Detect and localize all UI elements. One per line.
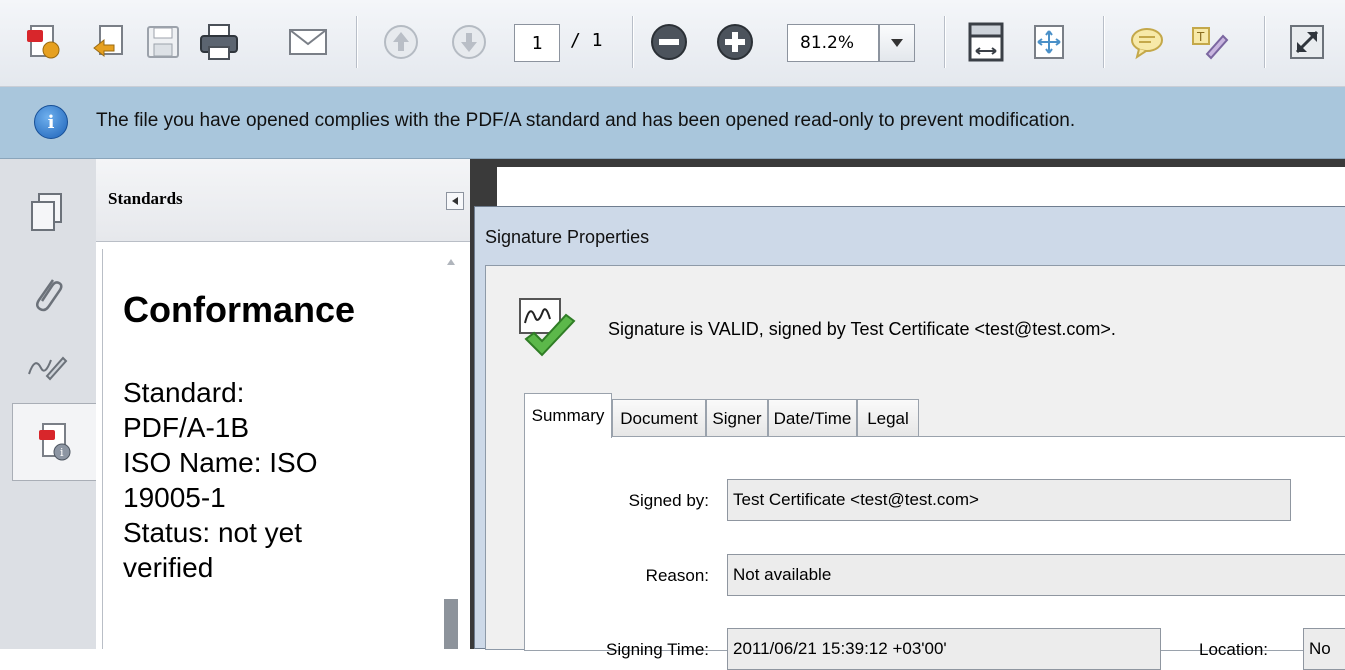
combine-icon[interactable] [85,19,131,65]
save-icon[interactable] [140,19,186,65]
pages-icon[interactable] [6,173,88,251]
dialog-content: Signature is VALID, signed by Test Certi… [485,265,1345,670]
location-label: Location: [1199,640,1268,659]
toolbar-separator [1103,16,1104,68]
signed-by-label: Signed by: [628,491,709,510]
svg-text:T: T [1196,30,1205,44]
location-field[interactable]: No [1303,628,1345,670]
standards-icon[interactable]: i [12,403,97,481]
document-page [497,167,1345,207]
chevron-left-icon [452,197,458,205]
dialog-title: Signature Properties [485,227,650,247]
tab-document[interactable]: Document [612,399,706,437]
previous-page-icon[interactable] [378,19,424,65]
svg-text:i: i [60,446,64,459]
panel-scrollbar[interactable] [440,249,462,649]
toolbar-separator [944,16,945,68]
chevron-down-icon [891,39,903,47]
print-icon[interactable] [196,19,242,65]
signature-status-text: Signature is VALID, signed by Test Certi… [608,319,1116,339]
signing-time-field[interactable]: 2011/06/21 15:39:12 +03'00' [727,628,1161,670]
main-toolbar: 1 / 1 81.2% T [0,0,1345,87]
conformance-line: ISO Name: ISO [123,447,318,478]
conformance-line: Status: not yet [123,517,302,548]
panel-title: Standards [108,189,183,208]
fit-width-icon[interactable] [1026,19,1072,65]
reason-field[interactable]: Not available [727,554,1345,596]
zoom-out-icon[interactable] [646,19,692,65]
signature-valid-icon [516,293,582,367]
page-number-input[interactable]: 1 [514,24,560,62]
signatures-icon[interactable] [6,327,88,405]
toolbar-separator [1264,16,1265,68]
conformance-line: verified [123,552,214,583]
next-page-icon[interactable] [446,19,492,65]
create-icon[interactable] [20,19,66,65]
standards-panel-header: Standards [96,159,470,242]
tab-summary[interactable]: Summary [524,393,612,438]
comment-icon[interactable] [1124,19,1170,65]
tab-date-time[interactable]: Date/Time [768,399,857,437]
zoom-in-icon[interactable] [712,19,758,65]
signing-time-label: Signing Time: [606,640,709,659]
collapse-panel-button[interactable] [446,192,464,210]
page-total: / 1 [570,30,603,51]
attachments-icon[interactable] [6,255,88,333]
zoom-dropdown-button[interactable] [879,24,915,62]
zoom-level-input[interactable]: 81.2% [787,24,879,62]
conformance-line: 19005-1 [123,482,226,513]
conformance-heading: Conformance [123,289,356,330]
toolbar-separator [632,16,633,68]
signature-properties-dialog: Signature Properties Signature is VALID,… [474,206,1345,670]
standards-panel-body: Conformance Standard: PDF/A-1B ISO Name:… [102,249,437,649]
tab-signer[interactable]: Signer [706,399,768,437]
summary-tab-pane: Signed by: Test Certificate <test@test.c… [524,436,1345,670]
navigation-rail: i [0,159,97,649]
email-icon[interactable] [285,19,331,65]
full-screen-icon[interactable] [1284,19,1330,65]
conformance-line: PDF/A-1B [123,412,250,443]
fit-page-icon[interactable] [963,19,1009,65]
reason-label: Reason: [645,566,709,585]
tab-legal[interactable]: Legal [857,399,919,437]
toolbar-separator [356,16,357,68]
info-icon: i [34,105,68,139]
info-bar-message: The file you have opened complies with t… [96,110,1076,131]
standards-panel: Standards Conformance Standard: PDF/A-1B… [96,159,470,649]
conformance-line: Standard: [123,377,245,408]
signed-by-field[interactable]: Test Certificate <test@test.com> [727,479,1291,521]
highlight-icon[interactable]: T [1186,19,1232,65]
